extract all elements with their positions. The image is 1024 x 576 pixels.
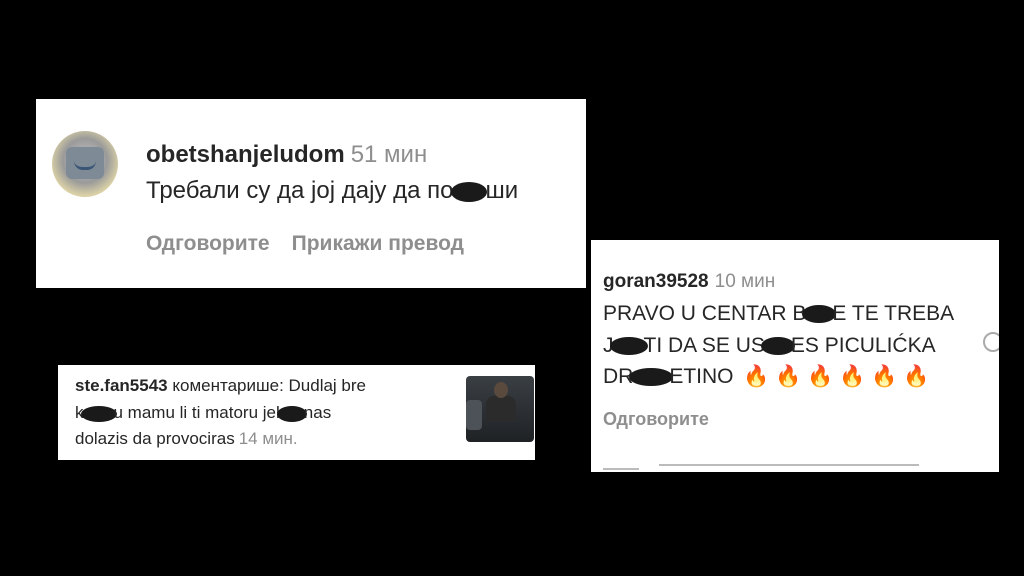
reply-button[interactable]: Одговорите <box>146 232 270 255</box>
redaction-mark <box>760 337 795 356</box>
comment-text: Требали су да јој дају да по ши <box>146 177 518 205</box>
timestamp: 51 мин <box>350 141 428 168</box>
redaction-mark <box>609 337 648 356</box>
comment-text-part: u mamu li ti matoru jel <box>113 403 280 422</box>
notification-line: dolazis da provociras 14 мин. <box>75 429 298 449</box>
comment-notification-ste-fan5543: ste.fan5543 коментарише: Dudlaj bre ku m… <box>58 365 535 460</box>
username[interactable]: goran39528 <box>603 271 709 292</box>
comment-header: obetshanjeludom 51 мин <box>146 141 427 169</box>
thumbnail-figure <box>486 396 516 422</box>
username[interactable]: obetshanjeludom <box>146 141 345 168</box>
comment-header: goran39528 10 мин <box>603 271 775 293</box>
comment-text-part: ES PICULIĆKA <box>790 334 936 357</box>
redaction-mark <box>80 405 117 422</box>
comment-text-part: ши <box>485 177 519 204</box>
see-translation-button[interactable]: Прикажи превод <box>292 232 464 255</box>
comment-line: J TI DA SE US ES PICULIĆKA <box>603 334 936 358</box>
username[interactable]: ste.fan5543 <box>75 376 168 395</box>
comment-text-part: dolazis da provociras <box>75 429 235 448</box>
thumbnail-figure <box>494 382 508 398</box>
notification-text: коментарише: Dudlaj bre <box>172 376 366 395</box>
avatar[interactable] <box>52 131 118 197</box>
redaction-mark <box>276 405 307 422</box>
comment-text-part: TI DA SE US <box>643 334 765 357</box>
comment-actions: Одговорите Прикажи превод <box>146 232 464 256</box>
redaction-mark <box>629 368 674 387</box>
comment-card-obetshanjeludom: obetshanjeludom 51 мин Требали су да јој … <box>36 99 586 288</box>
replies-text-cut <box>659 464 919 472</box>
comment-card-goran39528: goran39528 10 мин PRAVO U CENTAR B E TE TR… <box>591 240 999 472</box>
fire-emojis: 🔥 🔥 🔥 🔥 🔥 🔥 <box>743 365 930 388</box>
notification-line: ku mamu li ti matoru jel nas <box>75 403 331 423</box>
redaction-mark <box>451 181 488 202</box>
comment-line: PRAVO U CENTAR B E TE TREBA <box>603 302 954 326</box>
comment-text-part: PRAVO U CENTAR B <box>603 302 807 325</box>
replies-divider <box>603 468 639 470</box>
timestamp: 14 мин. <box>238 429 298 448</box>
comment-text-part: ETINO <box>669 365 734 388</box>
comment-text-part: E TE TREBA <box>832 302 955 325</box>
comment-text-part: nas <box>303 403 332 422</box>
timestamp: 10 мин <box>714 271 776 292</box>
like-heart-icon[interactable] <box>983 332 999 352</box>
thumbnail-figure <box>466 400 482 430</box>
comment-text-part: Требали су да јој дају да по <box>146 177 454 204</box>
reply-button[interactable]: Одговорите <box>603 409 709 430</box>
notification-line: ste.fan5543 коментарише: Dudlaj bre <box>75 376 366 396</box>
view-replies-row[interactable] <box>603 464 983 472</box>
post-thumbnail[interactable] <box>466 376 534 442</box>
comment-line: DR ETINO 🔥 🔥 🔥 🔥 🔥 🔥 <box>603 365 929 389</box>
